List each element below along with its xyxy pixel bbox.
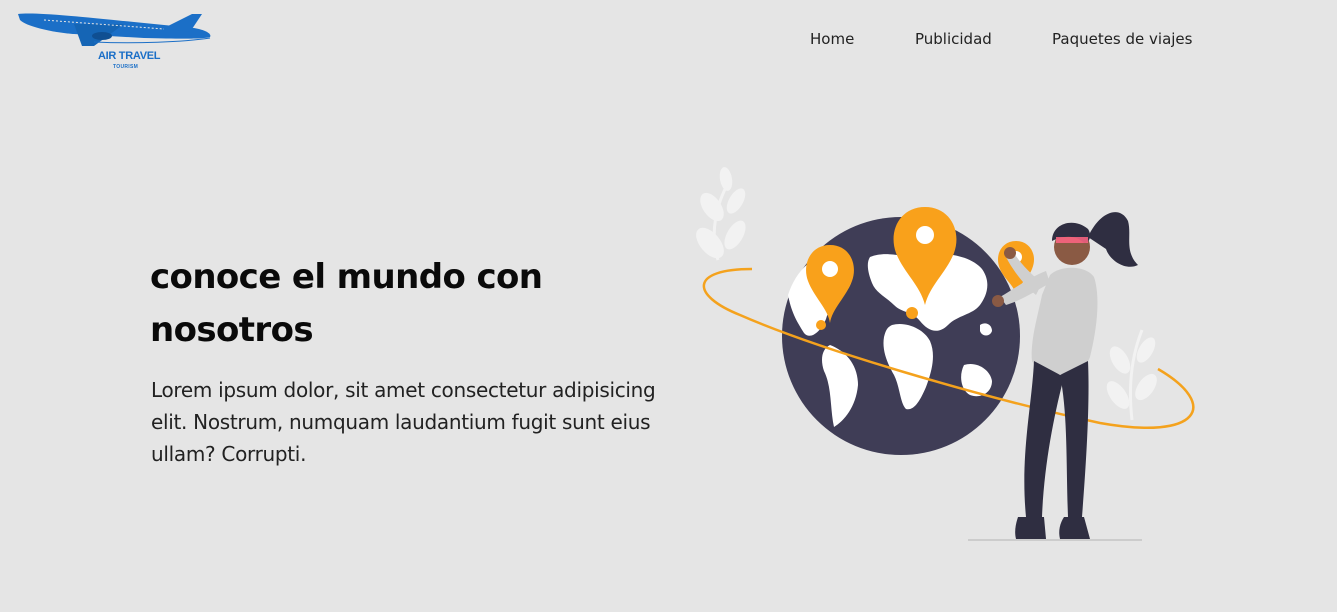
nav-home[interactable]: Home (810, 30, 854, 48)
brand-logo[interactable]: AIR TRAVEL TOURISM (14, 2, 214, 74)
nav-paquetes-de-viajes[interactable]: Paquetes de viajes (1052, 30, 1192, 48)
nav-publicidad[interactable]: Publicidad (915, 30, 992, 48)
hero-description: Lorem ipsum dolor, sit amet consectetur … (151, 378, 656, 466)
leaf-decoration-right (1106, 329, 1157, 421)
globe-illustration (696, 167, 1195, 541)
hero-title: conoce el mundo con nosotros (150, 257, 543, 350)
brand-tagline: TOURISM (113, 64, 139, 70)
airplane-icon (18, 13, 211, 46)
leaf-decoration-left (696, 167, 746, 261)
brand-name: AIR TRAVEL (98, 50, 161, 62)
landing-page: AIR TRAVEL TOURISM Home Publicidad Paque… (0, 0, 1337, 612)
